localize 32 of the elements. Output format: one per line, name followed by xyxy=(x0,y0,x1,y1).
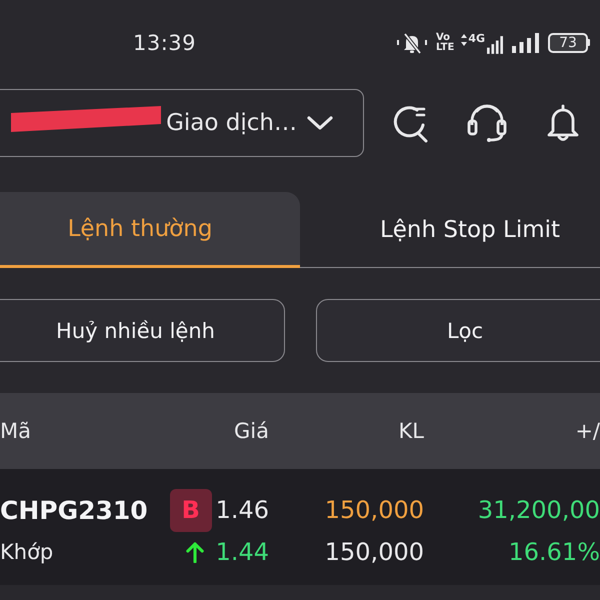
quantity-cell-text: 150,000 xyxy=(324,496,424,524)
network-type-label: 4G xyxy=(468,32,485,44)
column-header: Giá xyxy=(233,419,269,443)
matched-price-cell: 1.44 xyxy=(216,538,269,566)
order-type-tab[interactable]: Lệnh Stop Limit xyxy=(300,192,600,268)
value-cell-text: 31,200,00 xyxy=(476,496,600,524)
column-header: +/ xyxy=(574,419,600,443)
symbol-cell-text: CHPG2310 xyxy=(0,496,149,524)
status-time: 13:39 xyxy=(133,30,196,54)
bell-icon[interactable] xyxy=(547,103,579,143)
change-percent-cell-text: 16.61% xyxy=(507,538,600,566)
side-badge: B xyxy=(170,488,212,532)
action-button[interactable]: Lọc xyxy=(316,299,600,362)
volte-text: LTE xyxy=(436,42,454,52)
muted-bell-icon xyxy=(396,32,428,54)
headset-icon[interactable] xyxy=(467,103,507,143)
signal-icon xyxy=(487,36,503,54)
matched-quantity-cell-text: 150,000 xyxy=(324,538,424,566)
action-button[interactable]: Huỷ nhiều lệnh xyxy=(0,299,285,362)
signal-icon xyxy=(512,32,539,52)
volte-text: Vo xyxy=(436,32,451,42)
price-cell: 1.46 xyxy=(216,496,269,524)
order-row[interactable]: CHPG2310 B 1.46 150,000 31,200,00 Khớp 1.44 150,000 16.61% xyxy=(0,469,600,585)
chevron-down-icon xyxy=(307,116,333,130)
order-type-tab[interactable]: Lệnh thường xyxy=(0,192,300,268)
data-arrows-icon xyxy=(461,34,468,46)
status-cell-text: Khớp xyxy=(0,540,54,564)
column-header: Mã xyxy=(0,419,32,443)
column-header: KL xyxy=(398,419,424,443)
account-dropdown[interactable]: Giao dịch… xyxy=(0,89,364,157)
search-icon[interactable] xyxy=(393,103,429,143)
battery-indicator: 73 xyxy=(548,32,590,52)
